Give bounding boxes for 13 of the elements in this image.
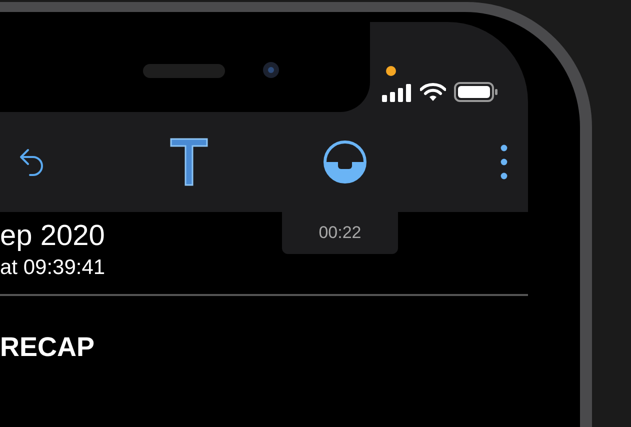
wifi-icon xyxy=(420,83,446,102)
undo-icon xyxy=(18,146,46,178)
signal-icon xyxy=(382,84,412,102)
more-icon xyxy=(500,144,508,180)
note-heading: RECAP xyxy=(0,331,95,363)
letter-t-icon xyxy=(170,138,208,186)
record-button[interactable] xyxy=(322,139,368,185)
note-time: at 09:39:41 xyxy=(0,255,106,281)
camera-lens xyxy=(263,62,279,78)
record-icon xyxy=(323,140,367,184)
recording-timer: 00:22 xyxy=(282,212,398,254)
note-date: ep 2020 xyxy=(0,219,105,254)
battery-icon xyxy=(454,82,498,102)
